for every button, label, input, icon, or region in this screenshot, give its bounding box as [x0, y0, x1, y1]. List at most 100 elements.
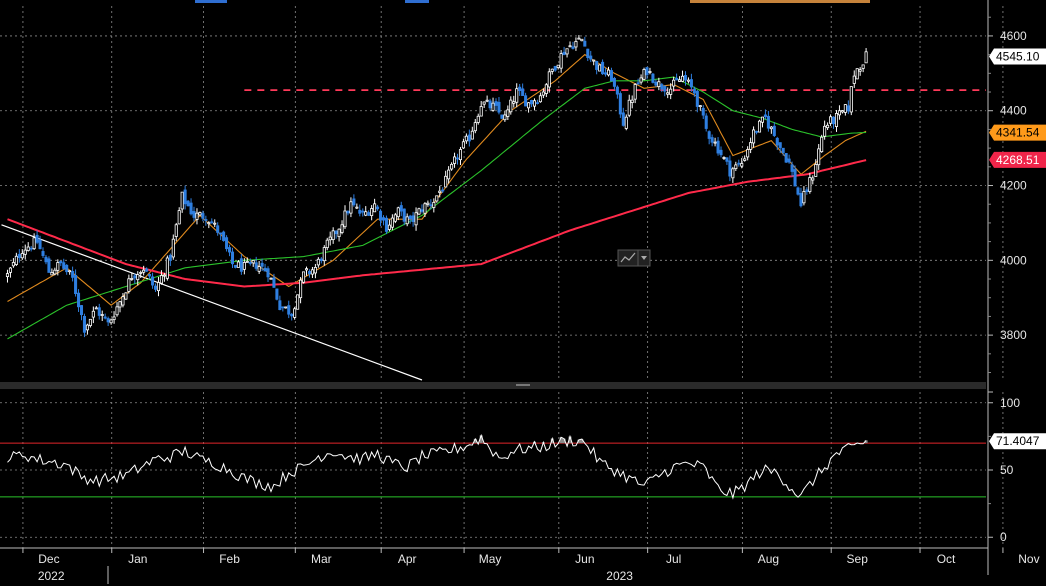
candle-body — [334, 230, 338, 235]
last-price-badge: 4545.10 — [989, 48, 1046, 65]
candle-body — [491, 102, 495, 111]
candle-body — [266, 268, 270, 278]
candle — [186, 199, 190, 207]
candle-body — [651, 73, 655, 83]
panel-separator[interactable] — [0, 382, 986, 389]
candle — [302, 271, 306, 284]
candle — [417, 207, 421, 216]
candle-body — [201, 213, 205, 219]
candle-body — [630, 99, 634, 103]
candle-body — [544, 84, 548, 94]
candle-body — [796, 187, 800, 195]
chart-canvas: 3800 4000 4200 4400 4600 4545.10 4341.54 4268.… — [0, 0, 1046, 586]
chart-type-icon[interactable] — [617, 249, 651, 267]
candle-body — [666, 92, 670, 95]
candle-body — [151, 276, 155, 286]
candle-body — [737, 162, 741, 165]
candle-body — [781, 147, 785, 153]
candle-body — [186, 200, 190, 207]
candle-body — [530, 100, 534, 105]
candle-body — [675, 77, 679, 81]
candle-body — [97, 307, 101, 316]
candle-body — [568, 45, 572, 48]
ma200-badge: 4268.51 — [989, 151, 1046, 168]
candle-body — [829, 116, 833, 124]
candle-body — [823, 125, 827, 137]
candle-body — [145, 268, 149, 272]
candle-body — [165, 257, 169, 279]
candle-body — [130, 278, 134, 280]
candle-body — [402, 208, 406, 222]
candle-body — [322, 247, 326, 262]
candle-body — [621, 112, 625, 126]
candle-body — [136, 274, 140, 281]
candle-body — [716, 140, 720, 154]
candle-body — [740, 163, 744, 167]
candle-body — [458, 149, 462, 161]
candle-body — [254, 262, 258, 269]
x-tick-label: May — [479, 552, 502, 566]
candle-body — [68, 270, 72, 273]
candle-body — [746, 149, 750, 158]
toolbar-marker[interactable] — [405, 0, 429, 3]
candle — [642, 67, 646, 81]
candle-body — [245, 261, 249, 263]
candle — [651, 73, 655, 84]
candle-body — [287, 305, 291, 315]
candle-body — [636, 82, 640, 85]
candle-body — [189, 202, 193, 215]
candle-body — [834, 113, 839, 127]
candle-body — [426, 202, 430, 205]
toolbar-marker[interactable] — [690, 0, 870, 3]
candle-body — [204, 219, 208, 221]
candle-body — [488, 100, 492, 109]
x-tick-label: Jun — [575, 552, 594, 566]
candle-body — [485, 99, 489, 102]
candle-body — [269, 277, 273, 280]
candle-body — [817, 148, 821, 166]
candle — [198, 211, 202, 216]
x-tick-label: Feb — [219, 552, 240, 566]
candle — [598, 64, 602, 72]
candle-body — [82, 316, 86, 333]
candle-body — [633, 84, 637, 100]
candle-body — [562, 51, 566, 55]
candle-body — [153, 285, 158, 290]
y-tick-label: 50 — [1000, 463, 1014, 477]
candle-body — [624, 116, 628, 129]
candle-body — [494, 101, 498, 106]
candle-body — [50, 272, 54, 276]
candle — [393, 212, 397, 224]
x-tick-label: Sep — [847, 552, 869, 566]
candle-body — [615, 86, 619, 95]
candle-body — [62, 262, 66, 269]
candle-body — [438, 190, 442, 193]
candle-body — [361, 210, 365, 213]
candle-body — [23, 249, 27, 255]
candle-body — [14, 255, 18, 265]
candle-body — [302, 271, 306, 283]
candle-body — [47, 258, 51, 273]
candle-body — [393, 214, 397, 222]
candle-body — [799, 193, 803, 207]
candle-body — [589, 55, 593, 60]
candle-body — [5, 273, 10, 277]
candle — [855, 68, 859, 80]
candle-body — [518, 86, 522, 92]
candle-body — [574, 40, 578, 48]
toolbar-marker[interactable] — [195, 0, 227, 3]
candle-body — [840, 110, 844, 113]
candle — [222, 230, 226, 242]
candle-body — [837, 110, 841, 116]
candle-body — [198, 212, 202, 216]
candle-body — [704, 115, 708, 129]
candle-body — [722, 157, 726, 159]
candle-body — [379, 210, 383, 221]
candle — [618, 91, 622, 118]
candle-body — [79, 305, 84, 316]
candle-body — [521, 88, 525, 96]
candle-body — [364, 211, 368, 216]
candle-body — [367, 212, 371, 216]
candle-body — [559, 53, 563, 69]
candle-body — [156, 282, 161, 292]
